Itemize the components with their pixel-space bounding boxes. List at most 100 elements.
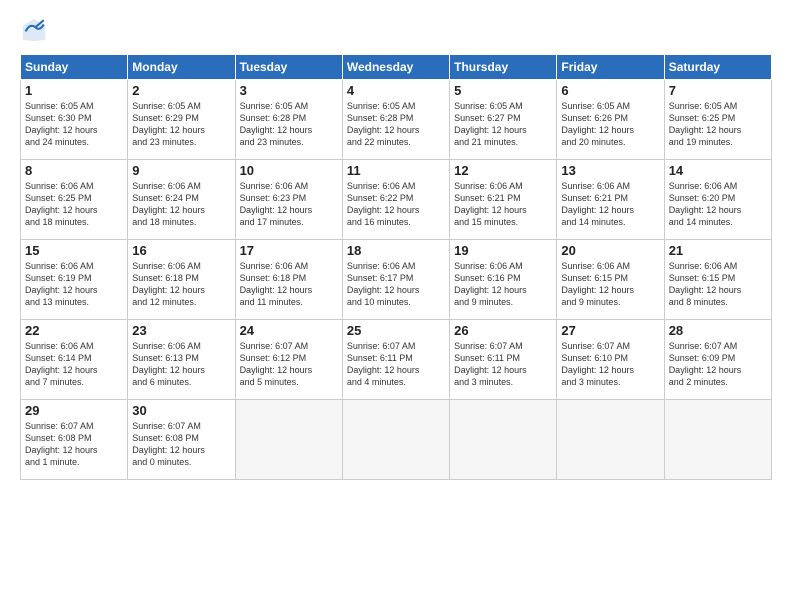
day-info: Sunrise: 6:07 AM Sunset: 6:08 PM Dayligh… <box>132 420 230 469</box>
day-number: 26 <box>454 323 552 338</box>
day-number: 1 <box>25 83 123 98</box>
day-info: Sunrise: 6:05 AM Sunset: 6:28 PM Dayligh… <box>240 100 338 149</box>
day-number: 28 <box>669 323 767 338</box>
calendar-cell: 30 Sunrise: 6:07 AM Sunset: 6:08 PM Dayli… <box>128 400 235 480</box>
day-info: Sunrise: 6:06 AM Sunset: 6:15 PM Dayligh… <box>561 260 659 309</box>
day-header-friday: Friday <box>557 55 664 80</box>
day-header-monday: Monday <box>128 55 235 80</box>
day-info: Sunrise: 6:05 AM Sunset: 6:27 PM Dayligh… <box>454 100 552 149</box>
header <box>20 16 772 44</box>
day-info: Sunrise: 6:07 AM Sunset: 6:08 PM Dayligh… <box>25 420 123 469</box>
calendar-cell: 11 Sunrise: 6:06 AM Sunset: 6:22 PM Dayli… <box>342 160 449 240</box>
calendar-cell: 2 Sunrise: 6:05 AM Sunset: 6:29 PM Daylig… <box>128 80 235 160</box>
day-number: 12 <box>454 163 552 178</box>
calendar-cell: 5Sunrise: 6:05 AM Sunset: 6:27 PM Daylig… <box>450 80 557 160</box>
day-number: 9 <box>132 163 230 178</box>
day-info: Sunrise: 6:07 AM Sunset: 6:12 PM Dayligh… <box>240 340 338 389</box>
calendar-cell <box>342 400 449 480</box>
day-number: 23 <box>132 323 230 338</box>
calendar-cell <box>664 400 771 480</box>
day-info: Sunrise: 6:06 AM Sunset: 6:21 PM Dayligh… <box>454 180 552 229</box>
day-info: Sunrise: 6:05 AM Sunset: 6:29 PM Dayligh… <box>132 100 230 149</box>
day-info: Sunrise: 6:06 AM Sunset: 6:18 PM Dayligh… <box>132 260 230 309</box>
day-info: Sunrise: 6:05 AM Sunset: 6:28 PM Dayligh… <box>347 100 445 149</box>
day-info: Sunrise: 6:06 AM Sunset: 6:22 PM Dayligh… <box>347 180 445 229</box>
calendar-cell: 29 Sunrise: 6:07 AM Sunset: 6:08 PM Dayli… <box>21 400 128 480</box>
day-number: 30 <box>132 403 230 418</box>
calendar-cell: 7 Sunrise: 6:05 AM Sunset: 6:25 PM Daylig… <box>664 80 771 160</box>
day-number: 24 <box>240 323 338 338</box>
day-number: 27 <box>561 323 659 338</box>
day-info: Sunrise: 6:06 AM Sunset: 6:16 PM Dayligh… <box>454 260 552 309</box>
day-header-thursday: Thursday <box>450 55 557 80</box>
day-info: Sunrise: 6:06 AM Sunset: 6:14 PM Dayligh… <box>25 340 123 389</box>
day-info: Sunrise: 6:06 AM Sunset: 6:19 PM Dayligh… <box>25 260 123 309</box>
day-number: 17 <box>240 243 338 258</box>
calendar-cell: 27 Sunrise: 6:07 AM Sunset: 6:10 PM Dayli… <box>557 320 664 400</box>
calendar-cell: 3 Sunrise: 6:05 AM Sunset: 6:28 PM Daylig… <box>235 80 342 160</box>
calendar-cell <box>557 400 664 480</box>
calendar-week-row: 29 Sunrise: 6:07 AM Sunset: 6:08 PM Dayli… <box>21 400 772 480</box>
day-number: 4 <box>347 83 445 98</box>
calendar-cell: 23 Sunrise: 6:06 AM Sunset: 6:13 PM Dayli… <box>128 320 235 400</box>
calendar-week-row: 22Sunrise: 6:06 AM Sunset: 6:14 PM Dayli… <box>21 320 772 400</box>
calendar-cell: 13 Sunrise: 6:06 AM Sunset: 6:21 PM Dayli… <box>557 160 664 240</box>
calendar-cell: 17 Sunrise: 6:06 AM Sunset: 6:18 PM Dayli… <box>235 240 342 320</box>
day-number: 14 <box>669 163 767 178</box>
day-number: 13 <box>561 163 659 178</box>
logo <box>20 16 52 44</box>
day-info: Sunrise: 6:06 AM Sunset: 6:20 PM Dayligh… <box>669 180 767 229</box>
day-info: Sunrise: 6:07 AM Sunset: 6:11 PM Dayligh… <box>347 340 445 389</box>
day-info: Sunrise: 6:06 AM Sunset: 6:23 PM Dayligh… <box>240 180 338 229</box>
day-number: 11 <box>347 163 445 178</box>
day-number: 18 <box>347 243 445 258</box>
calendar-cell: 9 Sunrise: 6:06 AM Sunset: 6:24 PM Daylig… <box>128 160 235 240</box>
day-info: Sunrise: 6:06 AM Sunset: 6:13 PM Dayligh… <box>132 340 230 389</box>
calendar-cell: 22Sunrise: 6:06 AM Sunset: 6:14 PM Dayli… <box>21 320 128 400</box>
calendar-cell: 20 Sunrise: 6:06 AM Sunset: 6:15 PM Dayli… <box>557 240 664 320</box>
day-info: Sunrise: 6:07 AM Sunset: 6:11 PM Dayligh… <box>454 340 552 389</box>
day-info: Sunrise: 6:06 AM Sunset: 6:24 PM Dayligh… <box>132 180 230 229</box>
day-number: 20 <box>561 243 659 258</box>
day-info: Sunrise: 6:05 AM Sunset: 6:30 PM Dayligh… <box>25 100 123 149</box>
day-info: Sunrise: 6:07 AM Sunset: 6:09 PM Dayligh… <box>669 340 767 389</box>
day-info: Sunrise: 6:05 AM Sunset: 6:25 PM Dayligh… <box>669 100 767 149</box>
calendar-cell: 6Sunrise: 6:05 AM Sunset: 6:26 PM Daylig… <box>557 80 664 160</box>
calendar-cell <box>450 400 557 480</box>
calendar-cell: 16 Sunrise: 6:06 AM Sunset: 6:18 PM Dayli… <box>128 240 235 320</box>
day-number: 6 <box>561 83 659 98</box>
calendar-cell: 21Sunrise: 6:06 AM Sunset: 6:15 PM Dayli… <box>664 240 771 320</box>
calendar-cell: 12 Sunrise: 6:06 AM Sunset: 6:21 PM Dayli… <box>450 160 557 240</box>
calendar-cell: 28 Sunrise: 6:07 AM Sunset: 6:09 PM Dayli… <box>664 320 771 400</box>
calendar-cell: 4 Sunrise: 6:05 AM Sunset: 6:28 PM Daylig… <box>342 80 449 160</box>
day-number: 16 <box>132 243 230 258</box>
day-number: 15 <box>25 243 123 258</box>
calendar-week-row: 15 Sunrise: 6:06 AM Sunset: 6:19 PM Dayli… <box>21 240 772 320</box>
calendar-cell: 1 Sunrise: 6:05 AM Sunset: 6:30 PM Daylig… <box>21 80 128 160</box>
calendar-cell: 19 Sunrise: 6:06 AM Sunset: 6:16 PM Dayli… <box>450 240 557 320</box>
day-number: 3 <box>240 83 338 98</box>
day-info: Sunrise: 6:06 AM Sunset: 6:15 PM Dayligh… <box>669 260 767 309</box>
day-number: 25 <box>347 323 445 338</box>
day-info: Sunrise: 6:06 AM Sunset: 6:21 PM Dayligh… <box>561 180 659 229</box>
calendar: SundayMondayTuesdayWednesdayThursdayFrid… <box>20 54 772 480</box>
calendar-cell: 15 Sunrise: 6:06 AM Sunset: 6:19 PM Dayli… <box>21 240 128 320</box>
calendar-week-row: 8Sunrise: 6:06 AM Sunset: 6:25 PM Daylig… <box>21 160 772 240</box>
calendar-cell: 18Sunrise: 6:06 AM Sunset: 6:17 PM Dayli… <box>342 240 449 320</box>
day-number: 19 <box>454 243 552 258</box>
page: SundayMondayTuesdayWednesdayThursdayFrid… <box>0 0 792 612</box>
day-number: 2 <box>132 83 230 98</box>
day-header-sunday: Sunday <box>21 55 128 80</box>
day-number: 7 <box>669 83 767 98</box>
day-number: 29 <box>25 403 123 418</box>
day-number: 8 <box>25 163 123 178</box>
day-info: Sunrise: 6:06 AM Sunset: 6:18 PM Dayligh… <box>240 260 338 309</box>
day-info: Sunrise: 6:07 AM Sunset: 6:10 PM Dayligh… <box>561 340 659 389</box>
calendar-header-row: SundayMondayTuesdayWednesdayThursdayFrid… <box>21 55 772 80</box>
day-header-wednesday: Wednesday <box>342 55 449 80</box>
day-header-tuesday: Tuesday <box>235 55 342 80</box>
day-header-saturday: Saturday <box>664 55 771 80</box>
calendar-cell: 10Sunrise: 6:06 AM Sunset: 6:23 PM Dayli… <box>235 160 342 240</box>
calendar-cell: 24 Sunrise: 6:07 AM Sunset: 6:12 PM Dayli… <box>235 320 342 400</box>
calendar-week-row: 1 Sunrise: 6:05 AM Sunset: 6:30 PM Daylig… <box>21 80 772 160</box>
